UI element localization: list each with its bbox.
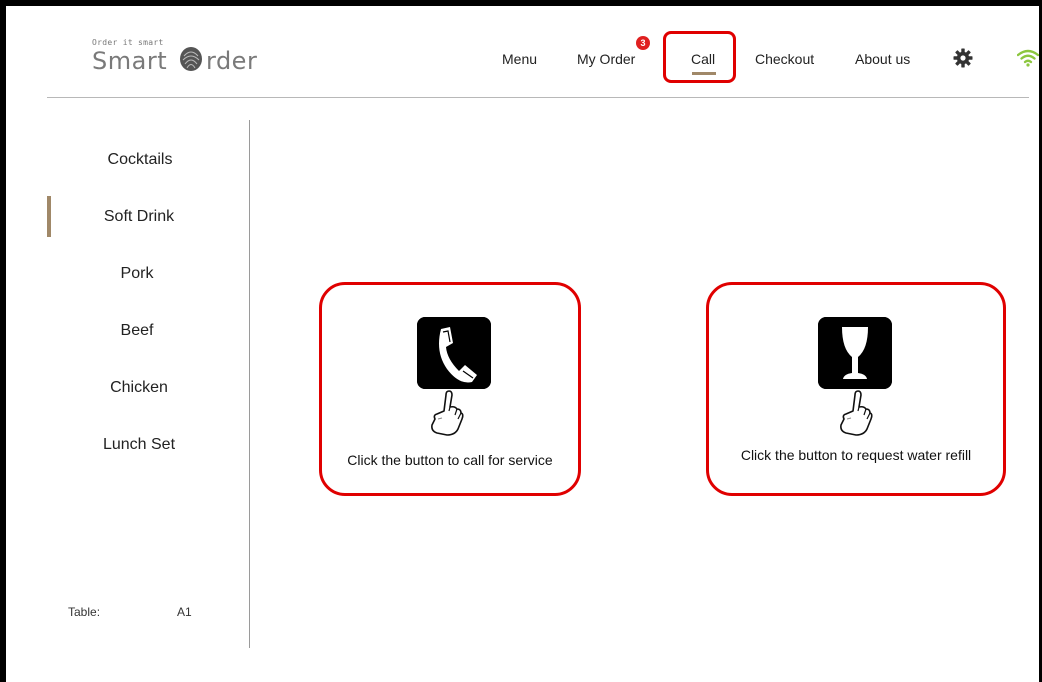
smart-order-logo: Order it smart Smart rder [92, 38, 262, 82]
sidebar-item-soft-drink[interactable]: Soft Drink [49, 208, 229, 226]
active-tab-underline [692, 72, 716, 75]
header-divider [47, 97, 1029, 98]
sidebar-item-lunch-set[interactable]: Lunch Set [49, 436, 229, 454]
category-sidebar: Cocktails Soft Drink Pork Beef Chicken L… [47, 120, 250, 650]
table-number: A1 [177, 605, 192, 619]
call-service-text: Click the button to call for service [347, 452, 553, 468]
gear-icon[interactable] [953, 48, 973, 68]
nav-about-us[interactable]: About us [855, 51, 910, 67]
order-count-badge: 3 [636, 36, 650, 50]
call-service-button[interactable]: Click the button to call for service [319, 282, 581, 496]
wine-glass-icon [818, 317, 892, 389]
sidebar-item-pork[interactable]: Pork [47, 265, 227, 283]
logo-word-smart: Smart [92, 47, 168, 75]
nav-call[interactable]: Call [691, 51, 715, 67]
logo-tagline: Order it smart [92, 38, 164, 47]
pointing-hand-icon [840, 390, 873, 436]
telephone-icon [417, 317, 491, 389]
sidebar-item-cocktails[interactable]: Cocktails [50, 151, 230, 169]
sidebar-divider [249, 120, 250, 648]
water-refill-button[interactable]: Click the button to request water refill [706, 282, 1006, 496]
nav-checkout[interactable]: Checkout [755, 51, 814, 67]
nav-menu[interactable]: Menu [502, 51, 537, 67]
table-label: Table: [68, 605, 101, 619]
fingerprint-logo-icon [180, 47, 202, 71]
nav-my-order[interactable]: My Order [577, 51, 635, 67]
sidebar-item-chicken[interactable]: Chicken [49, 379, 229, 397]
logo-word-rder: rder [206, 47, 258, 75]
sidebar-item-beef[interactable]: Beef [47, 322, 227, 340]
wifi-icon [1017, 49, 1039, 67]
water-refill-text: Click the button to request water refill [740, 447, 972, 463]
pointing-hand-icon [431, 390, 464, 436]
